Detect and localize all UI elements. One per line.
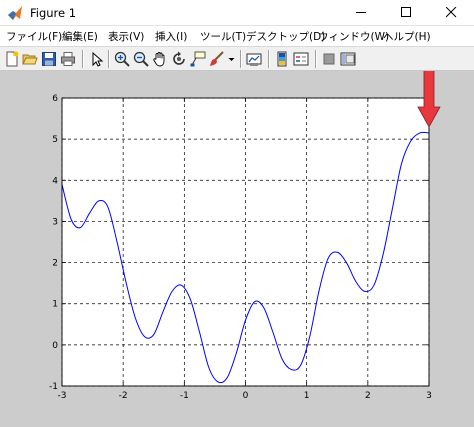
menu-help[interactable]: ヘルプ(H) [383,29,431,44]
y-tick-label: -1 [49,382,58,392]
print-icon [61,52,75,66]
toolbar-separator [108,50,110,68]
x-tick-label: 3 [426,391,432,401]
new-figure-button[interactable] [3,50,21,68]
maximize-button[interactable] [384,0,429,25]
show-plot-tools-icon [340,52,356,66]
x-tick-label: -3 [58,391,67,401]
insert-legend-button[interactable] [292,50,310,68]
x-tick-label: 2 [365,391,371,401]
data-cursor-icon [190,51,206,67]
pan-hand-icon [153,52,165,67]
link-plot-button[interactable] [245,50,263,68]
menu-view[interactable]: 表示(V) [108,29,144,44]
toolbar-separator [82,50,84,68]
save-icon [42,52,56,66]
minimize-icon [356,12,366,13]
insert-legend-icon [293,52,309,66]
edit-plot-arrow-icon [92,51,104,67]
y-tick-label: 4 [52,176,58,186]
insert-colorbar-button[interactable] [273,50,291,68]
brush-dropdown-icon [228,58,235,61]
print-button[interactable] [59,50,77,68]
data-cursor-button[interactable] [189,50,207,68]
close-icon [446,7,457,18]
new-figure-icon [6,51,19,67]
insert-colorbar-icon [277,51,287,67]
show-plot-tools-button[interactable] [339,50,357,68]
x-tick-label: -1 [180,391,189,401]
y-tick-label: 6 [52,94,58,104]
window-title: Figure 1 [30,6,77,20]
x-tick-label: 1 [304,391,310,401]
menu-file[interactable]: ファイル(F) [6,29,62,44]
hide-plot-tools-button[interactable] [320,50,338,68]
link-plot-icon [246,53,262,66]
y-tick-label: 3 [52,217,58,227]
rotate-3d-button[interactable] [170,50,188,68]
figure-toolbar [0,46,474,71]
zoom-out-icon [133,51,149,67]
menu-bar: ファイル(F) 編集(E) 表示(V) 挿入(I) ツール(T) デスクトップ(… [0,26,474,46]
close-button[interactable] [429,0,474,25]
toolbar-separator [268,50,270,68]
open-file-button[interactable] [21,50,39,68]
maximize-icon [401,7,411,17]
rotate-3d-icon [173,51,185,65]
brush-dropdown-button[interactable] [227,50,236,68]
open-file-icon [22,54,38,65]
save-button[interactable] [40,50,58,68]
menu-edit[interactable]: 編集(E) [62,29,98,44]
y-tick-label: 1 [52,300,58,310]
matlab-logo-icon [8,6,22,20]
y-tick-label: 5 [52,135,58,145]
toolbar-separator [240,50,242,68]
brush-button[interactable] [208,50,226,68]
hide-plot-tools-icon [323,53,335,65]
minimize-button[interactable] [339,0,384,25]
zoom-in-button[interactable] [113,50,131,68]
menu-insert[interactable]: 挿入(I) [155,29,187,44]
title-bar: Figure 1 [0,0,474,26]
menu-desktop[interactable]: デスクトップ(D) [246,29,325,44]
edit-plot-button[interactable] [87,50,105,68]
menu-tools[interactable]: ツール(T) [200,29,246,44]
y-tick-label: 0 [52,341,58,351]
figure-canvas[interactable]: -3 -2 -1 0 1 2 3 -1 0 1 2 3 4 5 6 [0,71,474,427]
x-tick-label: 0 [243,391,249,401]
menu-window[interactable]: ウィンドウ(W) [318,29,389,44]
zoom-out-button[interactable] [132,50,150,68]
brush-icon [210,51,224,66]
zoom-in-icon [114,51,130,67]
pan-button[interactable] [151,50,169,68]
x-tick-label: -2 [119,391,128,401]
line-plot[interactable]: -3 -2 -1 0 1 2 3 -1 0 1 2 3 4 5 6 [0,71,474,427]
y-tick-label: 2 [52,259,58,269]
toolbar-separator [315,50,317,68]
